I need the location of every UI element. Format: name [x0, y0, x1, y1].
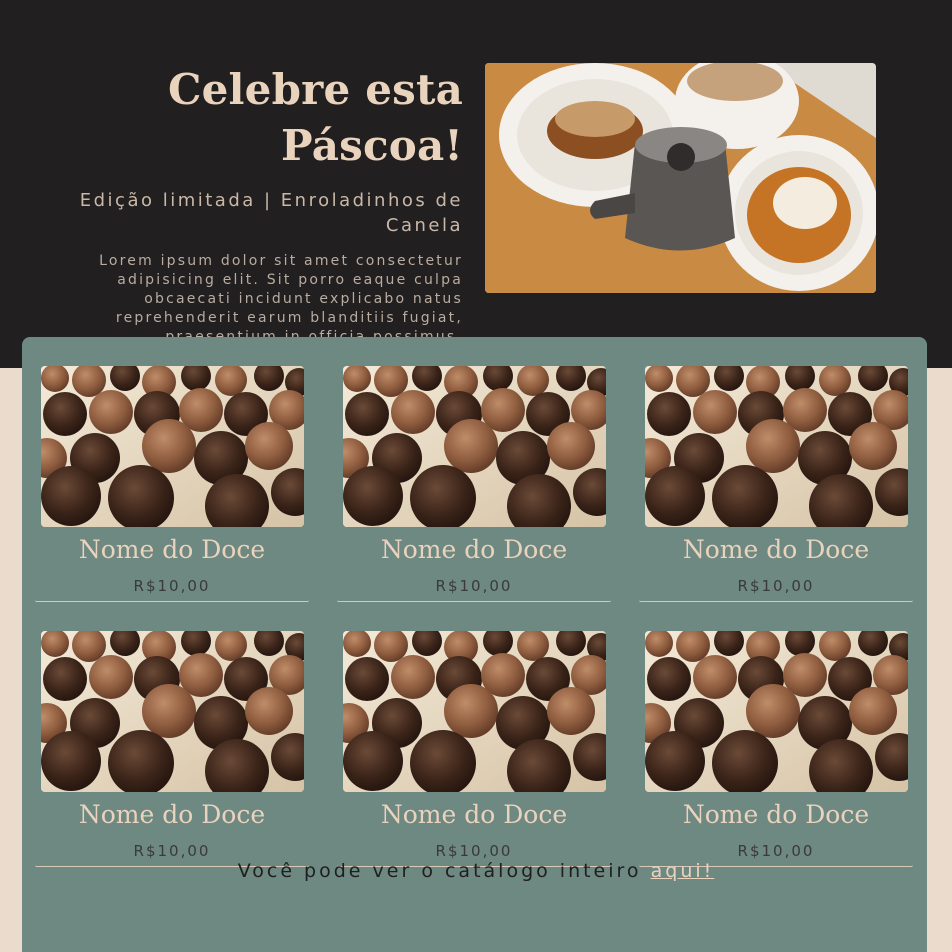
hero-title: Celebre esta Páscoa! — [167, 65, 463, 170]
brigadeiro-truffles-photo — [343, 366, 606, 527]
product-name: Nome do Doce — [380, 800, 568, 829]
product-card-divider — [35, 600, 309, 602]
product-card[interactable]: Nome do Doce R$10,00 — [337, 366, 611, 602]
brigadeiro-truffles-photo — [41, 366, 304, 527]
catalog-footer: Você pode ver o catálogo inteiro aqui! — [0, 860, 952, 882]
product-name: Nome do Doce — [380, 535, 568, 564]
brigadeiro-truffles-photo — [343, 631, 606, 792]
product-name: Nome do Doce — [682, 535, 870, 564]
product-name: Nome do Doce — [78, 535, 266, 564]
product-price: R$10,00 — [435, 842, 513, 860]
brigadeiro-truffles-photo — [645, 366, 908, 527]
cinnamon-rolls-coffee-photo — [485, 63, 876, 293]
hero-body: Lorem ipsum dolor sit amet consectetur a… — [99, 253, 463, 345]
hero-text: Celebre esta Páscoa! Edição limitada | E… — [60, 62, 463, 347]
product-card[interactable]: Nome do Doce R$10,00 — [639, 631, 913, 867]
product-card[interactable]: Nome do Doce R$10,00 — [639, 366, 913, 602]
product-card-divider — [639, 600, 913, 602]
catalog-footer-text: Você pode ver o catálogo inteiro — [237, 860, 642, 882]
hero-subtitle: Edição limitada | Enroladinhos de Canela — [79, 190, 463, 236]
catalog-link[interactable]: aqui! — [651, 860, 715, 882]
product-price: R$10,00 — [435, 577, 513, 595]
product-card-divider — [337, 600, 611, 602]
product-price: R$10,00 — [133, 577, 211, 595]
product-price: R$10,00 — [737, 577, 815, 595]
hero-banner: Celebre esta Páscoa! Edição limitada | E… — [0, 0, 952, 368]
brigadeiro-truffles-photo — [41, 631, 304, 792]
product-card[interactable]: Nome do Doce R$10,00 — [35, 366, 309, 602]
brigadeiro-truffles-photo — [645, 631, 908, 792]
product-name: Nome do Doce — [78, 800, 266, 829]
product-price: R$10,00 — [737, 842, 815, 860]
product-card[interactable]: Nome do Doce R$10,00 — [35, 631, 309, 867]
product-price: R$10,00 — [133, 842, 211, 860]
product-name: Nome do Doce — [682, 800, 870, 829]
product-card[interactable]: Nome do Doce R$10,00 — [337, 631, 611, 867]
